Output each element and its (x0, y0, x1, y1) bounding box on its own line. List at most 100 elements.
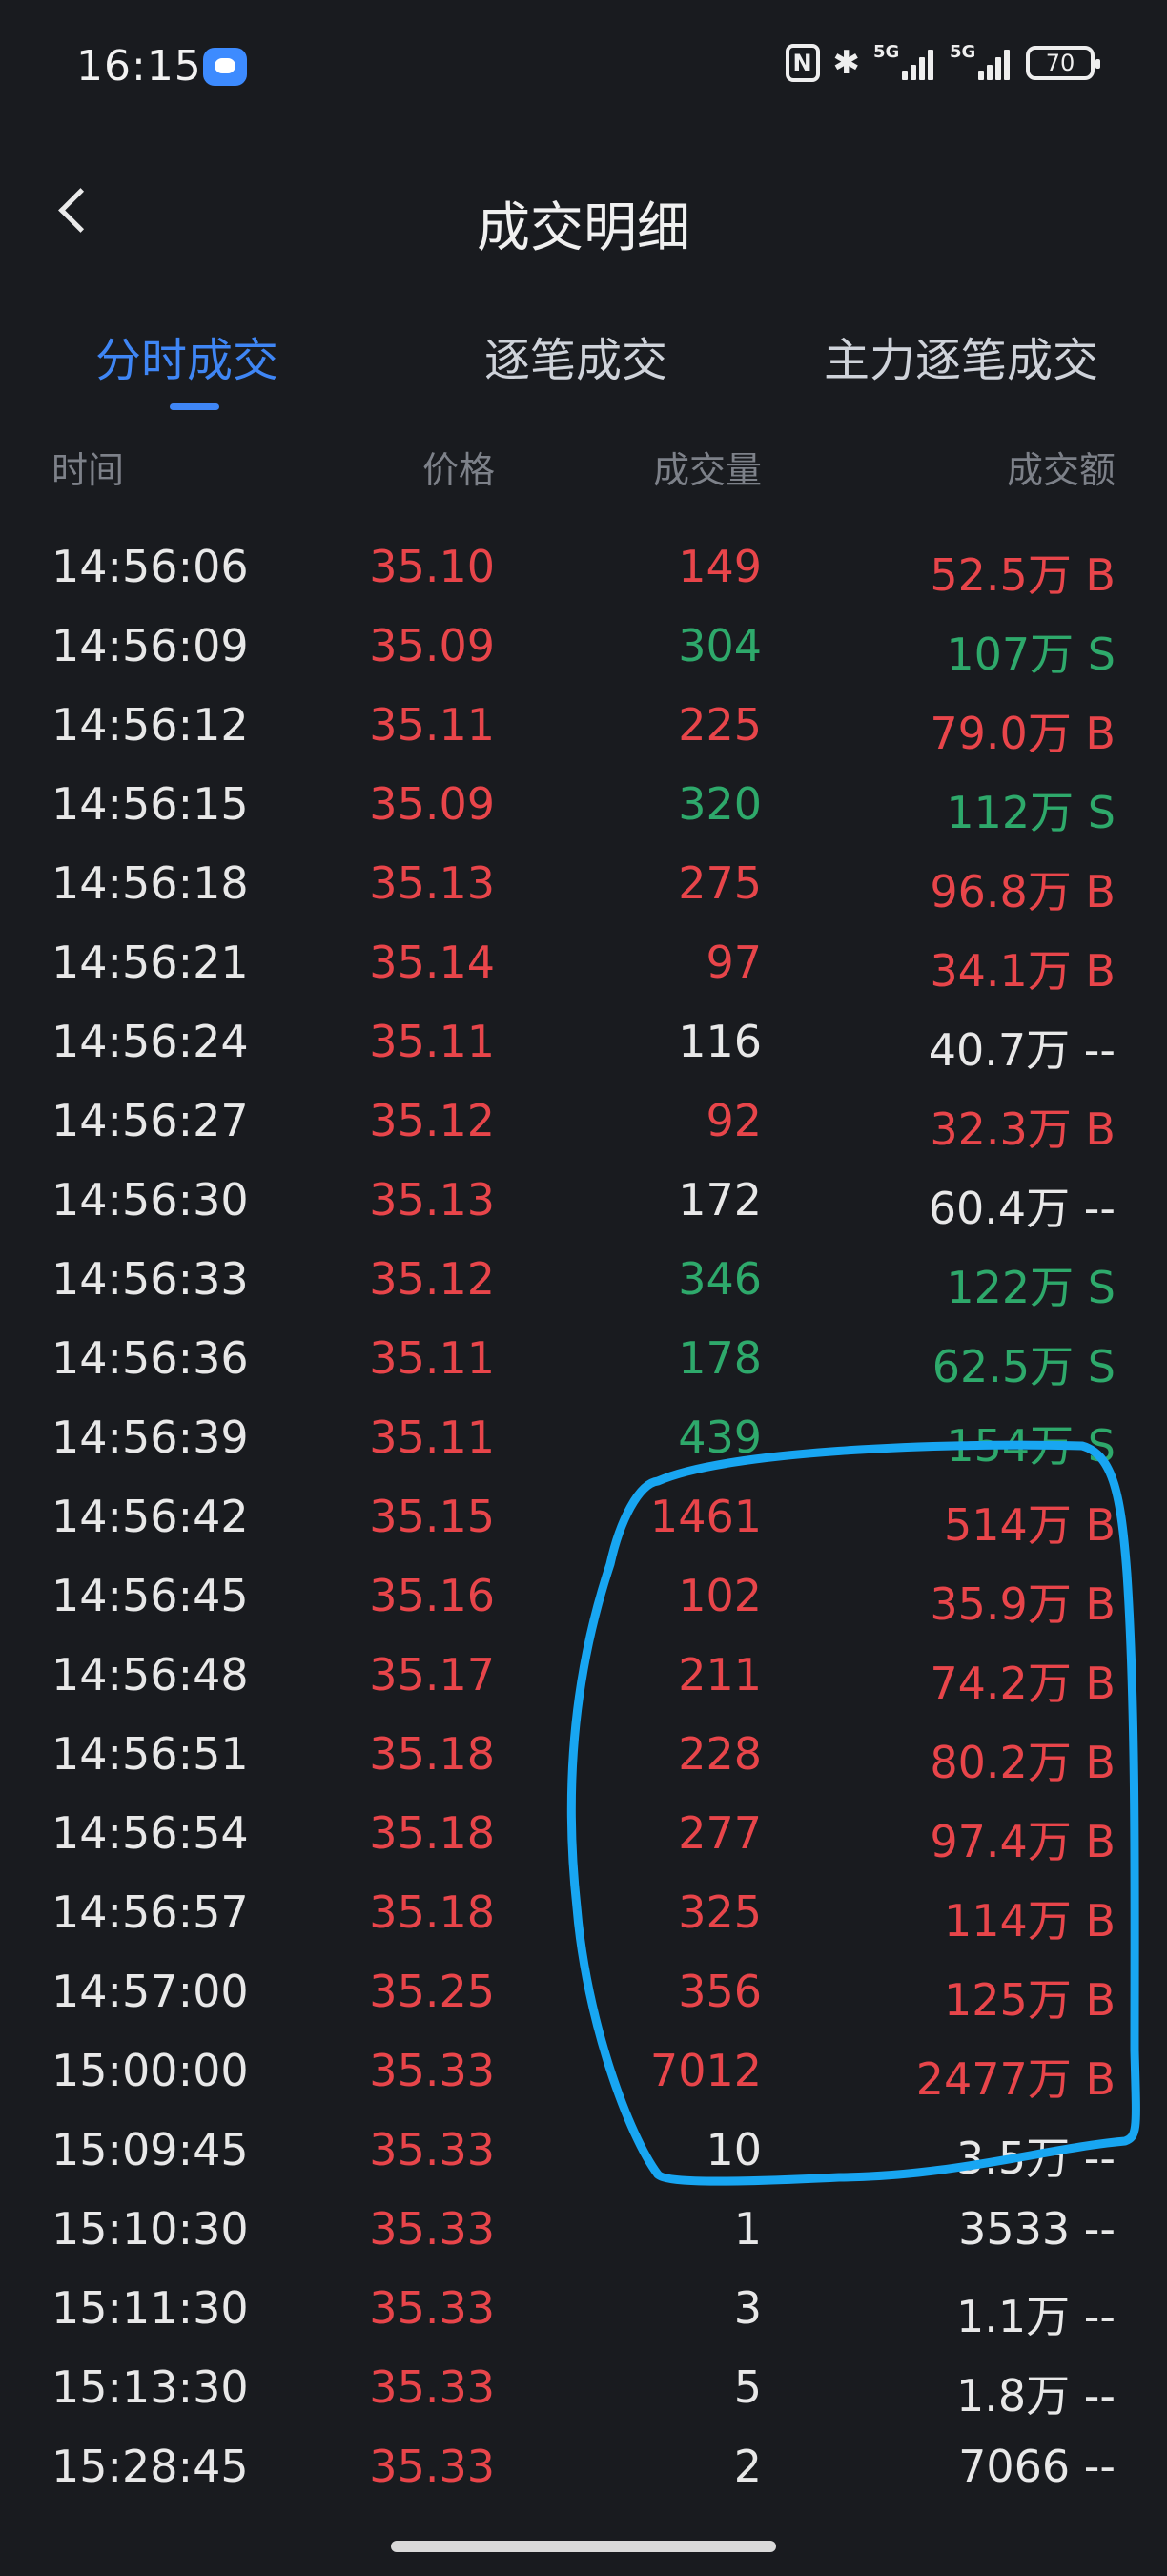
trade-time: 14:56:30 (51, 1174, 249, 1226)
trade-row: 15:28:45 35.33 2 7066 -- (0, 2429, 1167, 2508)
status-time: 16:15 (76, 42, 202, 91)
trade-volume: 3 (733, 2282, 762, 2334)
trade-row: 15:09:45 35.33 10 3.5万 -- (0, 2112, 1167, 2192)
trade-price: 35.11 (369, 1412, 495, 1463)
trade-price: 35.12 (369, 1095, 495, 1146)
tab-tick-trades[interactable]: 逐笔成交 (484, 322, 667, 389)
trade-time: 14:56:06 (51, 541, 249, 592)
trade-amount: 40.7万 -- (928, 1024, 1116, 1076)
trade-row: 14:56:06 35.10 149 52.5万 B (0, 529, 1167, 608)
battery-level: 70 (1045, 50, 1075, 76)
trade-row: 14:56:54 35.18 277 97.4万 B (0, 1796, 1167, 1875)
trade-price: 35.14 (369, 937, 495, 988)
trade-time: 14:56:57 (51, 1886, 249, 1938)
trade-price: 35.18 (369, 1886, 495, 1938)
trade-amount: 514万 B (944, 1499, 1116, 1551)
trade-volume: 172 (678, 1174, 762, 1226)
trade-volume: 304 (678, 620, 762, 671)
trade-volume: 320 (678, 778, 762, 830)
trade-row: 14:57:00 35.25 356 125万 B (0, 1954, 1167, 2033)
page-title: 成交明细 (477, 197, 690, 259)
trade-amount: 7066 -- (958, 2441, 1116, 2492)
trade-price: 35.13 (369, 857, 495, 909)
trade-amount: 112万 S (946, 787, 1116, 838)
trade-time: 14:56:18 (51, 857, 249, 909)
trade-time: 14:56:48 (51, 1649, 249, 1700)
trade-price: 35.11 (369, 1332, 495, 1384)
trade-price: 35.11 (369, 699, 495, 751)
trade-time: 15:28:45 (51, 2441, 249, 2492)
trade-time: 14:56:12 (51, 699, 249, 751)
trade-price: 35.18 (369, 1728, 495, 1780)
trade-amount: 74.2万 B (930, 1658, 1116, 1709)
trade-volume: 102 (678, 1570, 762, 1621)
trade-price: 35.17 (369, 1649, 495, 1700)
trade-row: 14:56:48 35.17 211 74.2万 B (0, 1638, 1167, 1717)
trade-row: 15:00:00 35.33 7012 2477万 B (0, 2033, 1167, 2112)
trade-row: 14:56:24 35.11 116 40.7万 -- (0, 1004, 1167, 1083)
bluetooth-icon: ✱ (832, 44, 861, 82)
column-header-volume: 成交量 (652, 449, 762, 491)
trade-price: 35.25 (369, 1966, 495, 2017)
trade-time: 14:56:54 (51, 1807, 249, 1859)
trade-volume: 5 (733, 2361, 762, 2413)
trade-time: 14:56:36 (51, 1332, 249, 1384)
trade-price: 35.33 (369, 2282, 495, 2334)
trade-amount: 3.5万 -- (956, 2133, 1116, 2184)
trade-volume: 116 (678, 1016, 762, 1067)
trade-time: 14:56:21 (51, 937, 249, 988)
trade-volume: 149 (678, 541, 762, 592)
trade-volume: 7012 (649, 2045, 762, 2096)
trade-amount: 114万 B (944, 1895, 1116, 1947)
trade-time: 14:56:15 (51, 778, 249, 830)
tab-main-force-tick-trades[interactable]: 主力逐笔成交 (824, 322, 1098, 389)
trade-row: 14:56:27 35.12 92 32.3万 B (0, 1083, 1167, 1163)
trade-price: 35.16 (369, 1570, 495, 1621)
trade-time: 14:56:27 (51, 1095, 249, 1146)
trade-amount: 2477万 B (915, 2053, 1116, 2105)
trade-time: 15:11:30 (51, 2282, 249, 2334)
trade-time: 15:13:30 (51, 2361, 249, 2413)
trade-row: 14:56:57 35.18 325 114万 B (0, 1875, 1167, 1954)
trade-amount: 125万 B (944, 1974, 1116, 2026)
home-indicator[interactable] (391, 2541, 776, 2552)
nfc-icon: N (785, 44, 820, 82)
message-app-icon (203, 48, 247, 86)
trade-price: 35.33 (369, 2045, 495, 2096)
trade-time: 14:56:24 (51, 1016, 249, 1067)
trade-row: 14:56:15 35.09 320 112万 S (0, 767, 1167, 846)
trade-price: 35.09 (369, 778, 495, 830)
trade-row: 14:56:36 35.11 178 62.5万 S (0, 1321, 1167, 1400)
trade-amount: 32.3万 B (930, 1103, 1116, 1155)
trade-time: 14:56:09 (51, 620, 249, 671)
status-icons: N ✱ 5G 5G 70 (785, 42, 1100, 82)
trade-price: 35.15 (369, 1491, 495, 1542)
trade-time: 14:56:51 (51, 1728, 249, 1780)
trade-amount: 97.4万 B (930, 1816, 1116, 1867)
page-header: 成交明细 (0, 153, 1167, 267)
trade-amount: 3533 -- (958, 2203, 1116, 2255)
trade-price: 35.13 (369, 1174, 495, 1226)
trade-row: 15:13:30 35.33 5 1.8万 -- (0, 2350, 1167, 2429)
trade-volume: 1 (733, 2203, 762, 2255)
signal-5g-icon: 5G (873, 42, 936, 82)
trade-amount: 107万 S (946, 629, 1116, 680)
trade-row: 14:56:12 35.11 225 79.0万 B (0, 688, 1167, 767)
trade-row: 14:56:21 35.14 97 34.1万 B (0, 925, 1167, 1004)
trade-time: 14:56:42 (51, 1491, 249, 1542)
trade-volume: 97 (706, 937, 762, 988)
trade-amount: 1.8万 -- (956, 2370, 1116, 2421)
trade-row: 15:11:30 35.33 3 1.1万 -- (0, 2271, 1167, 2350)
tab-timeshare-trades[interactable]: 分时成交 (95, 322, 278, 389)
trade-row: 14:56:30 35.13 172 60.4万 -- (0, 1163, 1167, 1242)
trade-row: 14:56:39 35.11 439 154万 S (0, 1400, 1167, 1479)
trade-list: 14:56:06 35.10 149 52.5万 B 14:56:09 35.09 304… (0, 529, 1167, 2508)
trade-amount: 52.5万 B (930, 549, 1116, 601)
trade-row: 14:56:09 35.09 304 107万 S (0, 608, 1167, 688)
trade-time: 15:09:45 (51, 2124, 249, 2175)
trade-time: 15:00:00 (51, 2045, 249, 2096)
trade-volume: 1461 (649, 1491, 762, 1542)
trade-volume: 10 (706, 2124, 762, 2175)
trade-row: 14:56:42 35.15 1461 514万 B (0, 1479, 1167, 1558)
trade-volume: 275 (678, 857, 762, 909)
